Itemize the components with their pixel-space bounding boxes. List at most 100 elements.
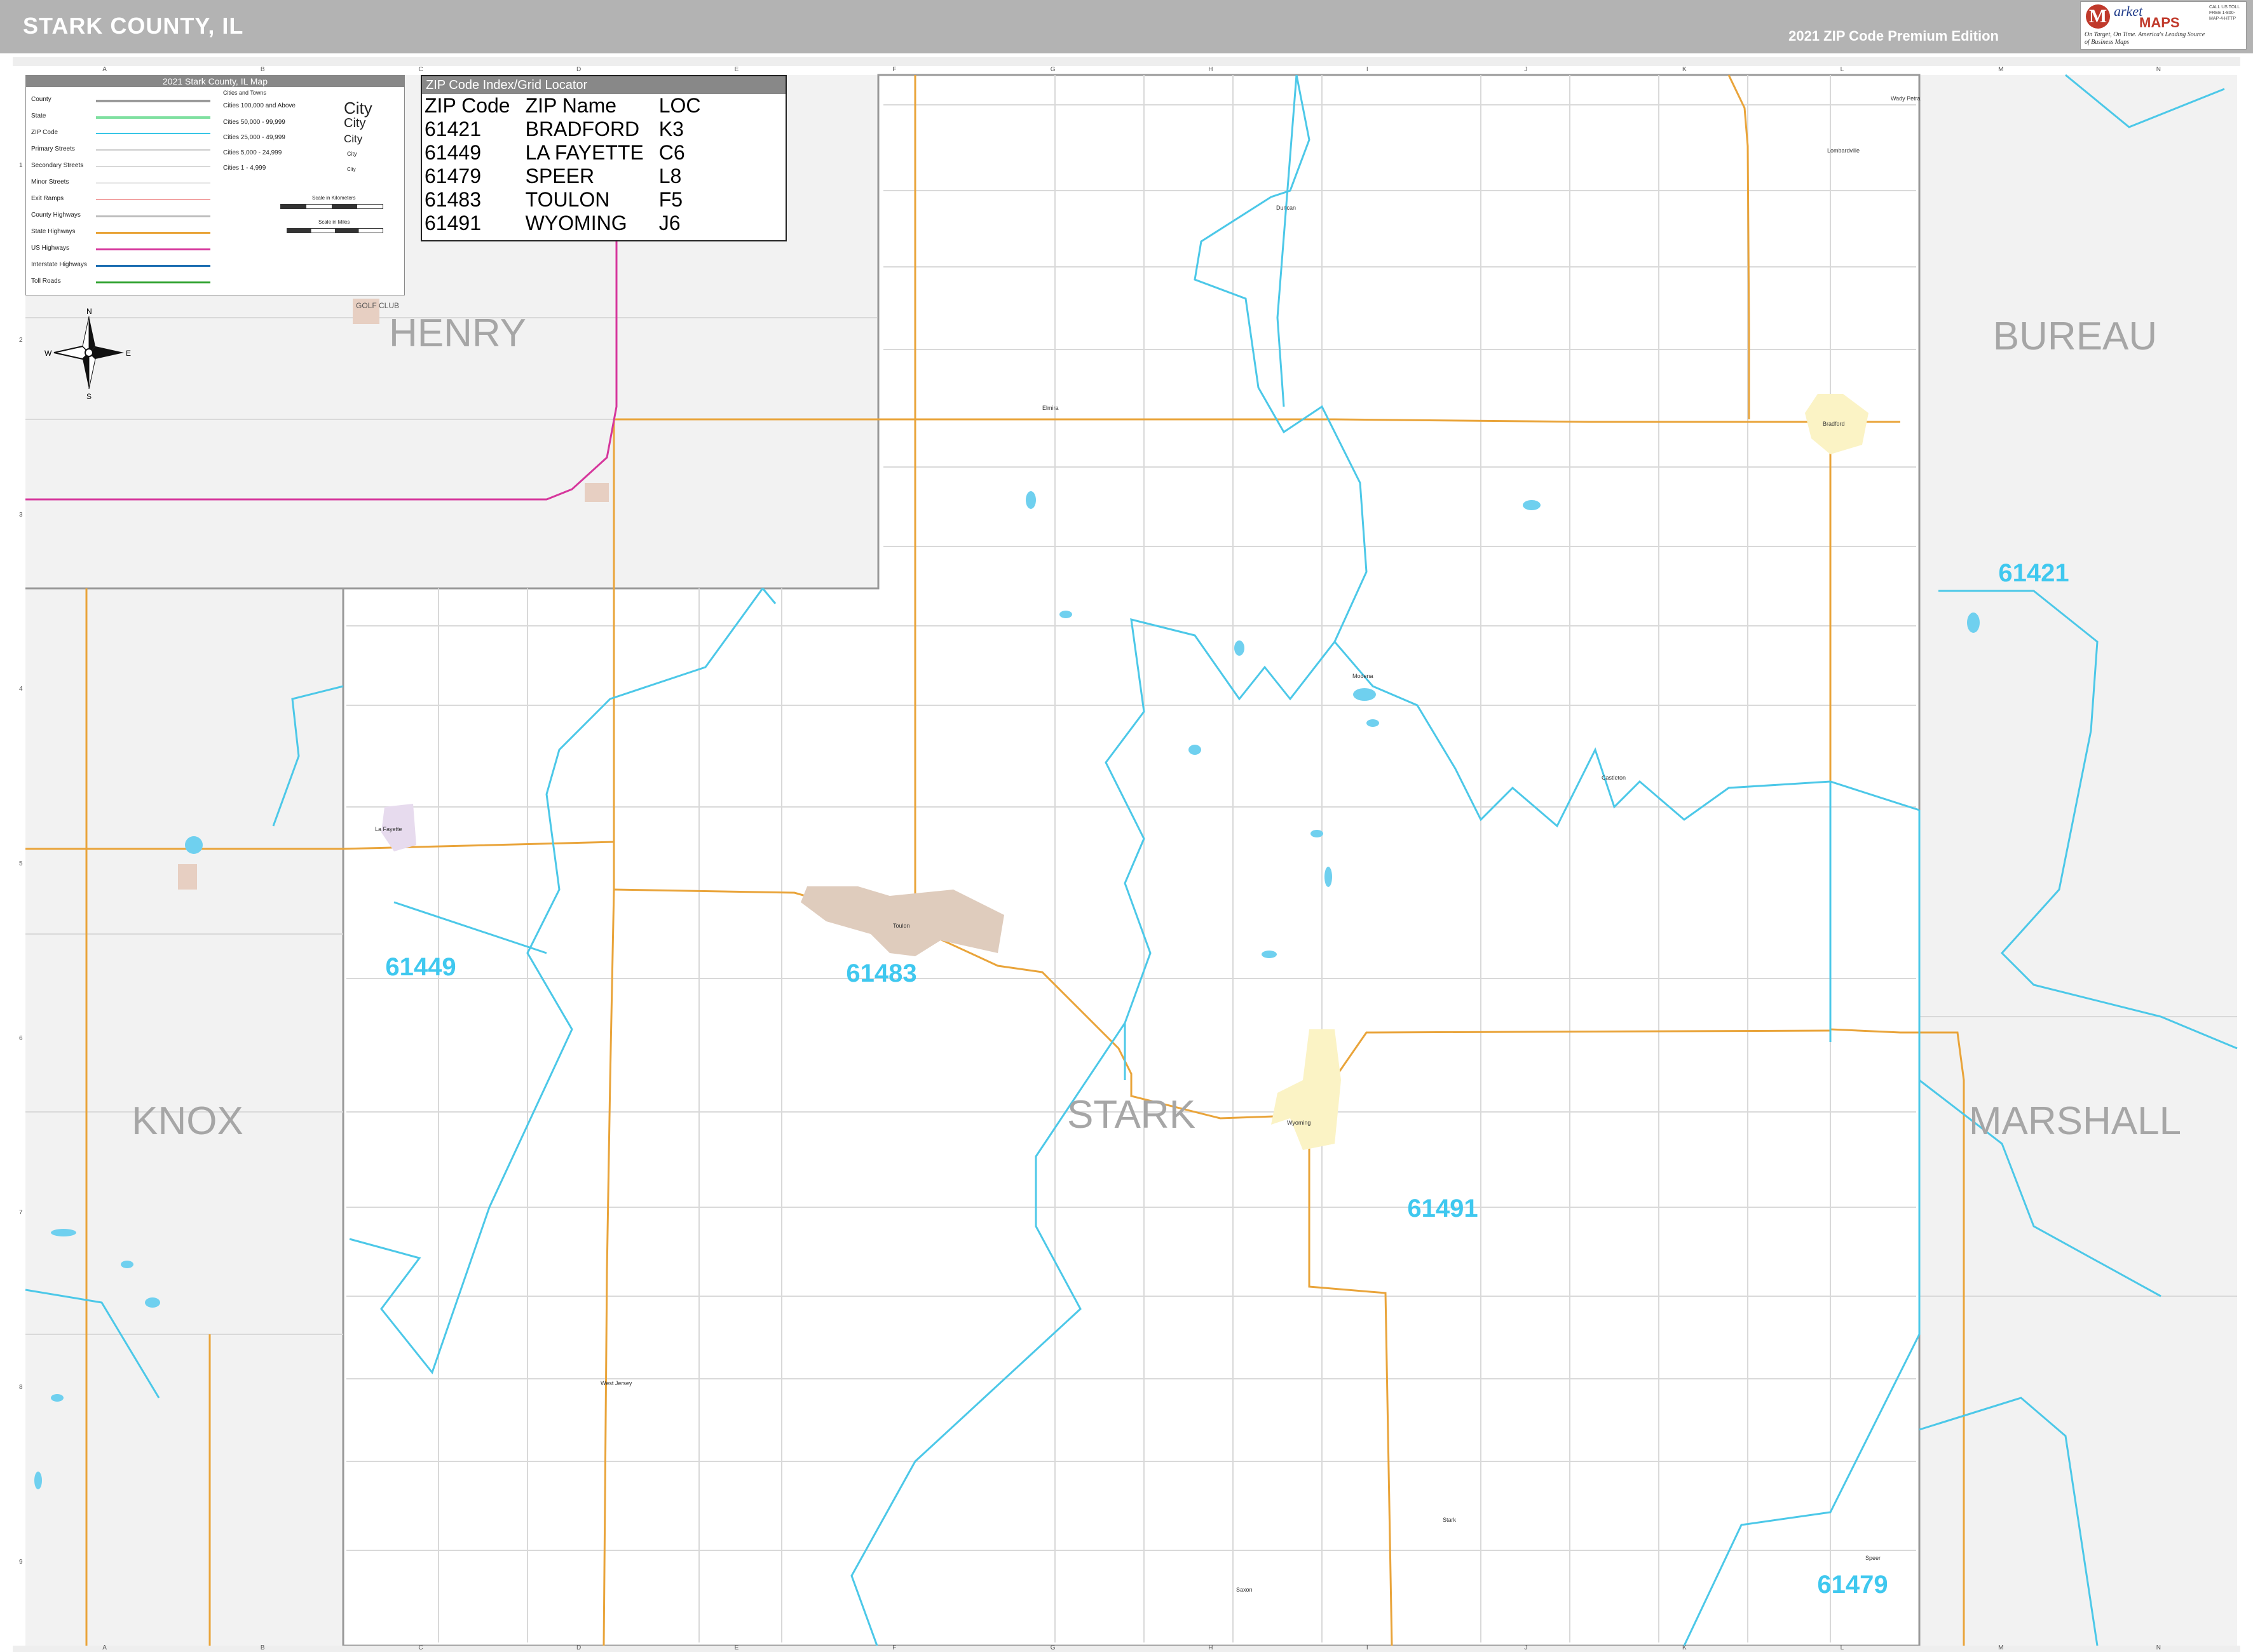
legend-scale-mi-bar bbox=[287, 228, 383, 233]
legend-swatch-zip bbox=[96, 133, 210, 134]
grid-column-label: D bbox=[576, 1644, 582, 1651]
grid-column-label: H bbox=[1208, 1644, 1213, 1651]
legend-city-size-4: Cities 5,000 - 24,999 bbox=[223, 149, 282, 156]
grid-row-label: 4 bbox=[19, 686, 23, 693]
place-elmira: Elmira bbox=[1042, 405, 1059, 411]
legend-item-county-hwy: County Highways bbox=[31, 212, 81, 219]
zip-loc-cell: J6 bbox=[658, 212, 681, 234]
legend-swatch-secondary bbox=[96, 166, 210, 167]
legend-scale-mi-label: Scale in Miles bbox=[318, 219, 350, 225]
grid-column-label: N bbox=[2156, 1644, 2161, 1651]
grid-column-label: H bbox=[1208, 66, 1213, 73]
zip-index-header: ZIP Code bbox=[425, 94, 510, 117]
place-lombardville: Lombardville bbox=[1827, 147, 1860, 154]
legend-cities-header: Cities and Towns bbox=[223, 90, 266, 96]
park-area bbox=[178, 864, 197, 890]
table-row: 61449 LA FAYETTE C6 bbox=[425, 141, 716, 165]
legend-swatch-primary bbox=[96, 149, 210, 151]
grid-column-label: N bbox=[2156, 66, 2161, 73]
grid-column-label: M bbox=[1998, 1644, 2004, 1651]
legend-city-sample-5: City bbox=[347, 166, 356, 172]
zip-code-cell: 61491 bbox=[425, 212, 481, 234]
legend-swatch-minor bbox=[96, 182, 210, 184]
zip-label-61421: 61421 bbox=[1998, 559, 2069, 587]
legend-item-state-hwy: State Highways bbox=[31, 228, 76, 235]
grid-row-label: 1 bbox=[19, 162, 23, 170]
grid-column-label: D bbox=[576, 66, 582, 73]
zip-name-cell: SPEER bbox=[525, 165, 595, 187]
map-legend: 2021 Stark County, IL Map County State Z… bbox=[25, 75, 405, 295]
brand-name-top: arket bbox=[2114, 3, 2143, 19]
county-label-henry: HENRY bbox=[389, 311, 526, 355]
grid-column-label: I bbox=[1366, 66, 1368, 73]
grid-row-label: 9 bbox=[19, 1558, 23, 1566]
legend-city-size-2: Cities 50,000 - 99,999 bbox=[223, 119, 285, 126]
legend-scale-km-label: Scale in Kilometers bbox=[312, 195, 356, 201]
zip-name-cell: BRADFORD bbox=[525, 118, 640, 140]
legend-city-size-1: Cities 100,000 and Above bbox=[223, 102, 296, 109]
zip-loc-cell: K3 bbox=[658, 118, 684, 140]
grid-column-label: A bbox=[102, 1644, 107, 1651]
zip-code-cell: 61449 bbox=[425, 141, 481, 164]
county-label-marshall: MARSHALL bbox=[1969, 1099, 2181, 1143]
legend-city-sample-1: City bbox=[344, 98, 372, 118]
grid-column-label: I bbox=[1366, 1644, 1368, 1651]
brand-tagline: On Target, On Time. America's Leading So… bbox=[2085, 31, 2205, 46]
grid-column-label: E bbox=[734, 1644, 739, 1651]
compass-e: E bbox=[126, 349, 131, 358]
grid-row-label: 3 bbox=[19, 511, 23, 518]
legend-city-sample-3: City bbox=[344, 133, 363, 145]
grid-column-label: J bbox=[1524, 1644, 1528, 1651]
legend-swatch-state bbox=[96, 116, 210, 119]
place-wyoming: Wyoming bbox=[1287, 1120, 1310, 1126]
legend-item-zip: ZIP Code bbox=[31, 129, 58, 136]
compass-n: N bbox=[86, 307, 92, 316]
edition-label: 2021 ZIP Code Premium Edition bbox=[1788, 28, 1999, 44]
legend-item-primary: Primary Streets bbox=[31, 146, 75, 152]
brand-logo[interactable]: M arket MAPS On Target, On Time. America… bbox=[2080, 1, 2247, 50]
county-label-bureau: BUREAU bbox=[1993, 315, 2157, 358]
legend-item-toll: Toll Roads bbox=[31, 278, 61, 285]
zip-label-61449: 61449 bbox=[385, 953, 456, 981]
zip-index-grid: ZIP Code ZIP Name LOC 61421 BRADFORD K3 … bbox=[425, 94, 716, 235]
place-speer: Speer bbox=[1865, 1555, 1881, 1561]
place-golf-club: GOLF CLUB bbox=[356, 301, 399, 310]
table-row: 61479 SPEER L8 bbox=[425, 165, 716, 188]
county-label-knox: KNOX bbox=[132, 1099, 243, 1143]
zip-loc-cell: L8 bbox=[658, 165, 682, 187]
brand-m-icon: M bbox=[2086, 4, 2110, 29]
grid-column-label: C bbox=[418, 1644, 423, 1651]
legend-swatch-us-hwy bbox=[96, 248, 210, 250]
legend-swatch-interstate bbox=[96, 265, 210, 267]
legend-item-county: County bbox=[31, 96, 51, 103]
zip-index-header: ZIP Name bbox=[525, 94, 617, 117]
compass-rose-icon: N S E W bbox=[44, 307, 131, 400]
grid-column-label: E bbox=[734, 66, 739, 73]
grid-row-label: 2 bbox=[19, 337, 23, 344]
grid-column-label: G bbox=[1050, 1644, 1056, 1651]
map-title: STARK COUNTY, IL bbox=[23, 13, 244, 39]
grid-column-label: C bbox=[418, 66, 423, 73]
grid-column-label: G bbox=[1050, 66, 1056, 73]
table-row: 61421 BRADFORD K3 bbox=[425, 118, 716, 141]
zip-name-cell: WYOMING bbox=[525, 212, 627, 234]
zip-label-61491: 61491 bbox=[1407, 1195, 1478, 1222]
place-modena: Modena bbox=[1352, 673, 1373, 679]
grid-column-label: F bbox=[892, 1644, 897, 1651]
place-west-jersey: West Jersey bbox=[601, 1380, 632, 1386]
zip-loc-cell: F5 bbox=[658, 188, 683, 211]
place-stark: Stark bbox=[1443, 1517, 1457, 1523]
grid-column-label: K bbox=[1682, 1644, 1687, 1651]
grid-column-label: J bbox=[1524, 66, 1528, 73]
legend-item-state: State bbox=[31, 112, 46, 119]
legend-city-size-5: Cities 1 - 4,999 bbox=[223, 165, 266, 172]
place-castleton: Castleton bbox=[1602, 775, 1626, 781]
legend-city-size-3: Cities 25,000 - 49,999 bbox=[223, 134, 285, 141]
legend-item-exit: Exit Ramps bbox=[31, 195, 64, 202]
grid-column-label: L bbox=[1840, 66, 1844, 73]
place-duncan: Duncan bbox=[1276, 205, 1296, 211]
grid-row-label: 8 bbox=[19, 1384, 23, 1391]
legend-swatch-county-hwy bbox=[96, 215, 210, 217]
zip-name-cell: TOULON bbox=[525, 188, 610, 211]
brand-name-bottom: MAPS bbox=[2139, 15, 2180, 30]
